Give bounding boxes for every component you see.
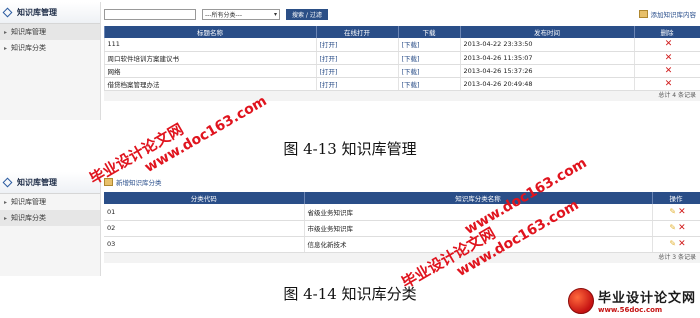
open-link[interactable]: [打开] xyxy=(316,77,399,91)
arrow-right-icon: ▸ xyxy=(4,28,8,36)
arrow-right-icon: ▸ xyxy=(4,44,8,52)
delete-icon[interactable]: ✕ xyxy=(665,66,673,76)
col-open: 在线打开 xyxy=(316,26,399,38)
add-knowledge-link[interactable]: 添加知识库内容 xyxy=(638,9,700,19)
download-link[interactable]: [下载] xyxy=(398,51,461,65)
row-title: 111 xyxy=(104,38,317,52)
col-action: 操作 xyxy=(652,192,700,204)
col-delete: 删除 xyxy=(634,26,700,38)
category-select[interactable]: ---所有分类--- ▾ xyxy=(202,8,280,20)
arrow-right-icon: ▸ xyxy=(4,214,8,222)
open-link[interactable]: [打开] xyxy=(316,64,399,78)
row-title: 网络 xyxy=(104,64,317,78)
diamond-icon xyxy=(2,177,13,188)
row-time: 2013-04-26 20:49:48 xyxy=(460,77,635,91)
sidebar: 知识库管理 ▸ 知识库管理 ▸ 知识库分类 xyxy=(0,2,101,120)
table-row: 02 市级业务知识库 ✎ ✕ xyxy=(104,220,700,237)
add-document-icon xyxy=(104,178,113,186)
row-code: 02 xyxy=(104,220,305,237)
row-title: 周口软件培训方案建议书 xyxy=(104,51,317,65)
sidebar-item-knowledge-category[interactable]: ▸ 知识库分类 xyxy=(0,40,100,56)
row-time: 2013-04-22 23:33:50 xyxy=(460,38,635,52)
table-header: 标题名称 在线打开 下载 发布时间 删除 xyxy=(104,26,700,38)
add-document-icon xyxy=(638,10,648,18)
sidebar-item-knowledge-category[interactable]: ▸ 知识库分类 xyxy=(0,210,100,226)
total-count: 总计 3 条记录 xyxy=(104,252,700,263)
col-title: 标题名称 xyxy=(104,26,317,38)
knowledge-category-panel: 知识库管理 ▸ 知识库管理 ▸ 知识库分类 新增知识库分类 分类代码 知识库分类… xyxy=(0,172,700,276)
table-row: 111 [打开] [下载] 2013-04-22 23:33:50 ✕ xyxy=(104,38,700,52)
knowledge-table: 标题名称 在线打开 下载 发布时间 删除 111 [打开] [下载] 2013-… xyxy=(104,26,700,91)
sidebar-title: 知识库管理 xyxy=(0,2,100,24)
delete-icon[interactable]: ✕ xyxy=(665,39,673,49)
figure-caption-1: 图 4-13 知识库管理 xyxy=(283,140,417,158)
delete-icon[interactable]: ✕ xyxy=(665,53,673,63)
table-row: 周口软件培训方案建议书 [打开] [下载] 2013-04-26 11:35:0… xyxy=(104,51,700,65)
total-count: 总计 4 条记录 xyxy=(104,90,700,101)
table-row: 01 省级业务知识库 ✎ ✕ xyxy=(104,204,700,221)
diamond-icon xyxy=(2,7,13,18)
add-category-link[interactable]: 新增知识库分类 xyxy=(104,172,700,192)
open-link[interactable]: [打开] xyxy=(316,38,399,52)
col-download: 下载 xyxy=(398,26,461,38)
logo-ball-icon xyxy=(567,287,594,314)
col-name: 知识库分类名称 xyxy=(304,192,653,204)
delete-icon[interactable]: ✕ xyxy=(678,223,686,233)
toolbar: ---所有分类--- ▾ 搜索 / 过滤 添加知识库内容 xyxy=(104,2,700,26)
table-row: 03 信息化新技术 ✎ ✕ xyxy=(104,236,700,253)
col-time: 发布时间 xyxy=(460,26,635,38)
knowledge-manage-panel: 知识库管理 ▸ 知识库管理 ▸ 知识库分类 ---所有分类--- ▾ 搜索 / … xyxy=(0,2,700,120)
sidebar-item-knowledge-manage[interactable]: ▸ 知识库管理 xyxy=(0,24,100,40)
table-row: 借贷档案管理办法 [打开] [下载] 2013-04-26 20:49:48 ✕ xyxy=(104,77,700,91)
delete-icon[interactable]: ✕ xyxy=(678,207,686,217)
download-link[interactable]: [下载] xyxy=(398,77,461,91)
sidebar: 知识库管理 ▸ 知识库管理 ▸ 知识库分类 xyxy=(0,172,101,276)
main-content: 新增知识库分类 分类代码 知识库分类名称 操作 01 省级业务知识库 ✎ ✕ 0… xyxy=(104,172,700,263)
open-link[interactable]: [打开] xyxy=(316,51,399,65)
edit-icon[interactable]: ✎ xyxy=(669,207,676,216)
arrow-right-icon: ▸ xyxy=(4,198,8,206)
delete-icon[interactable]: ✕ xyxy=(678,239,686,249)
download-link[interactable]: [下载] xyxy=(398,64,461,78)
download-link[interactable]: [下载] xyxy=(398,38,461,52)
sidebar-title: 知识库管理 xyxy=(0,172,100,194)
category-table: 分类代码 知识库分类名称 操作 01 省级业务知识库 ✎ ✕ 02 市级业务知识… xyxy=(104,192,700,253)
sidebar-item-knowledge-manage[interactable]: ▸ 知识库管理 xyxy=(0,194,100,210)
search-input[interactable] xyxy=(104,8,196,20)
table-header: 分类代码 知识库分类名称 操作 xyxy=(104,192,700,204)
row-time: 2013-04-26 11:35:07 xyxy=(460,51,635,65)
table-row: 网络 [打开] [下载] 2013-04-26 15:37:26 ✕ xyxy=(104,64,700,78)
col-code: 分类代码 xyxy=(104,192,305,204)
delete-icon[interactable]: ✕ xyxy=(665,79,673,89)
row-title: 借贷档案管理办法 xyxy=(104,77,317,91)
edit-icon[interactable]: ✎ xyxy=(669,223,676,232)
edit-icon[interactable]: ✎ xyxy=(669,239,676,248)
row-name: 信息化新技术 xyxy=(304,236,653,253)
search-filter-button[interactable]: 搜索 / 过滤 xyxy=(286,8,328,20)
main-content: ---所有分类--- ▾ 搜索 / 过滤 添加知识库内容 标题名称 在线打开 下… xyxy=(104,2,700,101)
row-time: 2013-04-26 15:37:26 xyxy=(460,64,635,78)
row-code: 01 xyxy=(104,204,305,221)
site-logo: 毕业设计论文网 www.56doc.com xyxy=(567,287,696,314)
row-code: 03 xyxy=(104,236,305,253)
row-name: 省级业务知识库 xyxy=(304,204,653,221)
row-name: 市级业务知识库 xyxy=(304,220,653,237)
chevron-down-icon: ▾ xyxy=(273,10,277,18)
